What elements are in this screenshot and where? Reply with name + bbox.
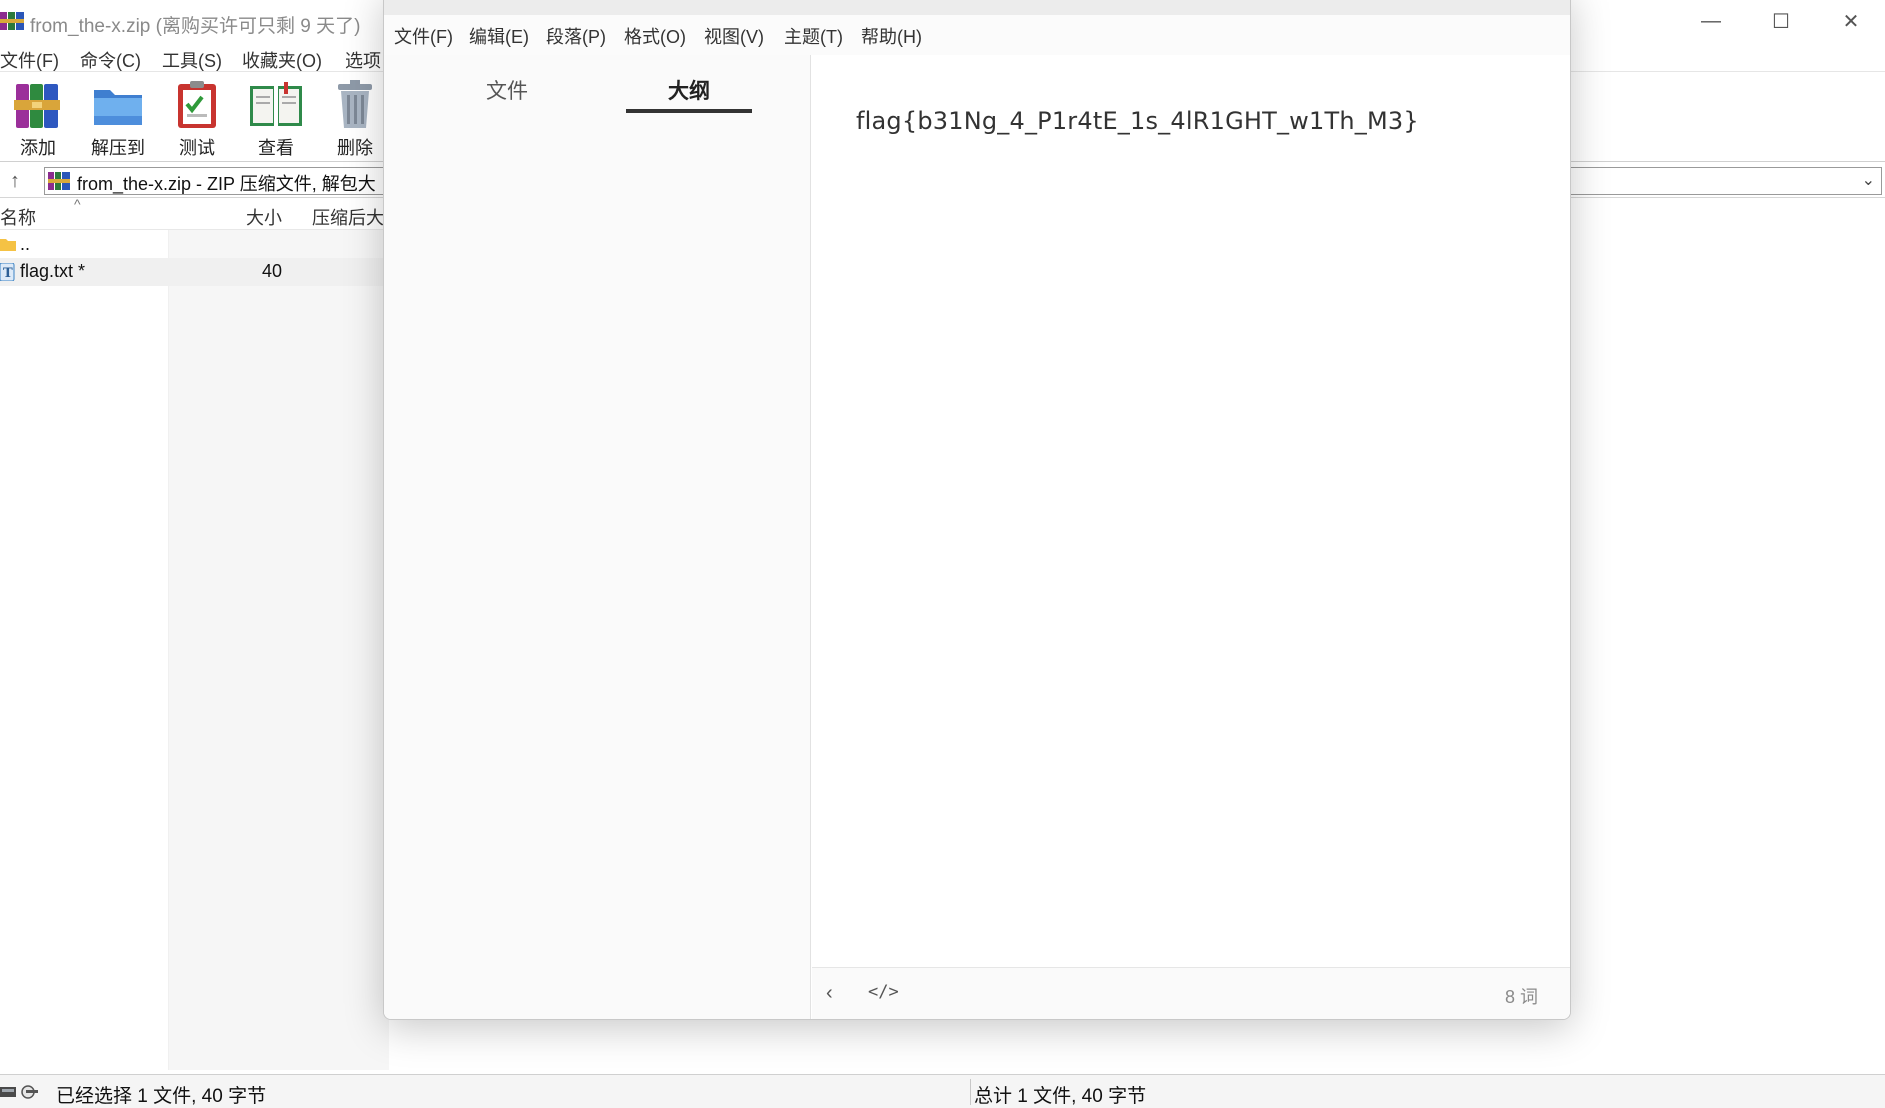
column-name[interactable]: 名称 (0, 204, 36, 230)
archive-add-icon (14, 84, 60, 128)
ty-menu-edit[interactable]: 编辑(E) (469, 23, 529, 49)
menu-favorites[interactable]: 收藏夹(O) (242, 47, 322, 73)
extract-to-button[interactable]: 解压到 (82, 78, 154, 162)
delete-button[interactable]: 删除 (319, 78, 391, 162)
minimize-icon: — (1701, 9, 1721, 32)
chevron-left-icon[interactable]: ‹ (826, 982, 833, 1005)
minimize-button[interactable]: — (1676, 0, 1746, 42)
source-code-icon[interactable]: </> (868, 982, 899, 1002)
active-tab-indicator (626, 109, 752, 113)
list-item-parent[interactable]: .. (0, 231, 390, 259)
ty-menu-format[interactable]: 格式(O) (624, 23, 686, 49)
column-packed[interactable]: 压缩后大 (312, 204, 384, 230)
status-selected: 已经选择 1 文件, 40 字节 (56, 1086, 267, 1107)
typora-menubar: 文件(F) 编辑(E) 段落(P) 格式(O) 视图(V) 主题(T) 帮助(H… (384, 15, 1570, 55)
list-item-name: flag.txt * (20, 261, 86, 281)
book-view-icon (250, 82, 302, 126)
folder-extract-icon (94, 90, 142, 125)
ty-menu-paragraph[interactable]: 段落(P) (546, 23, 606, 49)
menu-file[interactable]: 文件(F) (0, 47, 59, 73)
file-list-size-column (169, 230, 389, 1070)
file-list-header: 名称 ^ 大小 压缩后大 (0, 196, 400, 230)
typora-footer: ‹ </> 8 词 (812, 967, 1570, 1019)
menu-tools[interactable]: 工具(S) (162, 47, 222, 73)
view-label: 查看 (258, 138, 294, 158)
typora-sidebar: 文件 大纲 (384, 55, 811, 1019)
archive-icon (48, 172, 70, 190)
tab-files[interactable]: 文件 (444, 75, 570, 105)
ty-menu-view[interactable]: 视图(V) (704, 23, 764, 49)
test-button[interactable]: 测试 (161, 78, 233, 162)
up-folder-button[interactable]: ↑ (2, 168, 28, 194)
chevron-down-icon[interactable]: ⌄ (1862, 170, 1875, 190)
add-button[interactable]: 添加 (2, 78, 74, 162)
menu-commands[interactable]: 命令(C) (80, 47, 141, 73)
clipboard-check-icon (178, 81, 216, 128)
typora-titlebar (384, 0, 1570, 15)
column-divider (168, 230, 169, 1070)
test-label: 测试 (179, 138, 215, 158)
document-text[interactable]: flag{b31Ng_4_P1r4tE_1s_4lR1GHT_w1Th_M3} (856, 107, 1419, 135)
list-item-flag[interactable]: T flag.txt * 40 (0, 258, 390, 286)
window-title: from_the-x.zip (离购买许可只剩 9 天了) (30, 16, 361, 37)
status-divider (970, 1079, 971, 1105)
ty-menu-help[interactable]: 帮助(H) (861, 23, 922, 49)
svg-text:T: T (3, 266, 13, 281)
list-item-name: .. (20, 234, 31, 254)
column-size[interactable]: 大小 (246, 204, 282, 230)
winrar-statusbar: 已经选择 1 文件, 40 字节 总计 1 文件, 40 字节 (0, 1074, 1885, 1108)
file-list (0, 230, 168, 1070)
arrow-up-icon: ↑ (10, 169, 20, 192)
status-total: 总计 1 文件, 40 字节 (974, 1086, 1147, 1107)
sort-asc-icon: ^ (74, 196, 81, 212)
view-button[interactable]: 查看 (240, 78, 312, 162)
word-count[interactable]: 8 词 (1505, 983, 1538, 1009)
tab-outline[interactable]: 大纲 (626, 75, 752, 105)
delete-label: 删除 (337, 138, 373, 158)
folder-icon (0, 239, 16, 251)
maximize-button[interactable]: ☐ (1746, 0, 1816, 42)
close-icon: ✕ (1842, 10, 1860, 33)
text-file-icon: T (0, 263, 15, 281)
list-item-size: 40 (261, 261, 282, 281)
ty-menu-file[interactable]: 文件(F) (394, 23, 453, 49)
extract-to-label: 解压到 (91, 138, 145, 158)
winrar-app-icon (0, 12, 24, 30)
ty-menu-theme[interactable]: 主题(T) (784, 23, 843, 49)
drive-key-icon (0, 1085, 38, 1099)
close-button[interactable]: ✕ (1816, 0, 1885, 42)
typora-window: 文件(F) 编辑(E) 段落(P) 格式(O) 视图(V) 主题(T) 帮助(H… (383, 0, 1571, 1020)
add-label: 添加 (20, 138, 56, 158)
maximize-icon: ☐ (1772, 10, 1790, 33)
address-path: from_the-x.zip - ZIP 压缩文件, 解包大 (77, 174, 376, 194)
editor-area[interactable]: flag{b31Ng_4_P1r4tE_1s_4lR1GHT_w1Th_M3} (812, 55, 1570, 967)
trash-icon (338, 80, 372, 128)
menu-options[interactable]: 选项 (345, 47, 381, 73)
